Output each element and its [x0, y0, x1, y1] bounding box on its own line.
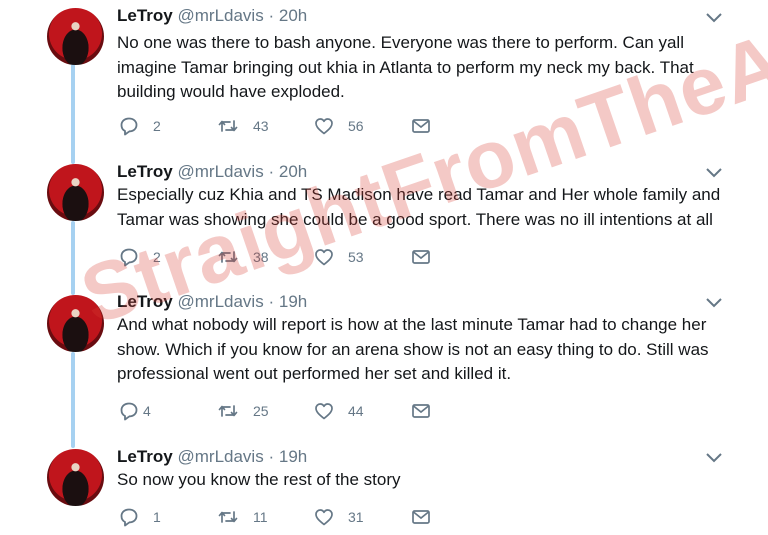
like-count: 53 [348, 249, 364, 265]
direct-message-button[interactable] [411, 401, 431, 421]
retweet-count: 25 [253, 403, 269, 419]
display-name[interactable]: LeTroy [117, 292, 173, 311]
like-button[interactable]: 53 [314, 247, 364, 267]
user-handle[interactable]: @mrLdavis [177, 162, 263, 181]
heart-icon [315, 118, 333, 135]
tweet[interactable]: LeTroy @mrLdavis · 19h So now you know t… [0, 445, 768, 535]
envelope-icon [412, 404, 430, 418]
reply-button[interactable]: 4 [119, 401, 151, 421]
reply-icon [120, 508, 138, 527]
avatar[interactable] [47, 164, 104, 221]
retweet-count: 11 [253, 509, 268, 525]
reply-count: 2 [153, 118, 161, 134]
reply-count: 4 [143, 403, 151, 419]
timestamp[interactable]: 20h [279, 162, 307, 181]
direct-message-button[interactable] [411, 116, 431, 136]
user-handle[interactable]: @mrLdavis [177, 6, 263, 25]
tweet-actions: 1 11 31 [117, 507, 437, 529]
direct-message-button[interactable] [411, 247, 431, 267]
retweet-button[interactable]: 43 [217, 116, 269, 136]
timestamp[interactable]: 20h [279, 6, 307, 25]
envelope-icon [412, 250, 430, 264]
heart-icon [315, 403, 333, 420]
heart-icon [315, 249, 333, 266]
chevron-down-icon[interactable] [706, 452, 722, 464]
retweet-icon [218, 511, 238, 523]
like-count: 44 [348, 403, 364, 419]
separator-dot: · [268, 162, 275, 181]
tweet-header: LeTroy @mrLdavis · 20h [117, 6, 307, 26]
retweet-button[interactable]: 11 [217, 507, 268, 527]
reply-icon [120, 248, 138, 267]
tweet-text: No one was there to bash anyone. Everyon… [117, 33, 694, 101]
reply-count: 2 [153, 249, 161, 265]
tweet-text: So now you know the rest of the story [117, 470, 401, 489]
like-count: 31 [348, 509, 364, 525]
separator-dot: · [268, 6, 275, 25]
retweet-icon [218, 405, 238, 417]
direct-message-button[interactable] [411, 507, 431, 527]
envelope-icon [412, 119, 430, 133]
retweet-icon [218, 120, 238, 132]
tweet-actions: 2 38 53 [117, 247, 437, 269]
chevron-down-icon[interactable] [706, 12, 722, 24]
reply-count: 1 [153, 509, 161, 525]
user-handle[interactable]: @mrLdavis [177, 447, 263, 466]
tweet-actions: 2 43 56 [117, 116, 437, 138]
reply-icon [120, 117, 138, 136]
reply-button[interactable]: 2 [119, 116, 161, 136]
reply-button[interactable]: 2 [119, 247, 161, 267]
like-button[interactable]: 44 [314, 401, 364, 421]
tweet-header: LeTroy @mrLdavis · 20h [117, 162, 307, 182]
like-button[interactable]: 56 [314, 116, 364, 136]
user-handle[interactable]: @mrLdavis [177, 292, 263, 311]
avatar[interactable] [47, 449, 104, 506]
display-name[interactable]: LeTroy [117, 447, 173, 466]
tweet[interactable]: LeTroy @mrLdavis · 20h No one was there … [0, 0, 768, 160]
separator-dot: · [268, 447, 275, 466]
reply-icon [120, 402, 138, 421]
tweet[interactable]: LeTroy @mrLdavis · 19h And what nobody w… [0, 290, 768, 445]
display-name[interactable]: LeTroy [117, 162, 173, 181]
retweet-button[interactable]: 25 [217, 401, 269, 421]
avatar[interactable] [47, 8, 104, 65]
tweet[interactable]: LeTroy @mrLdavis · 20h Especially cuz Kh… [0, 160, 768, 290]
tweet-text: Especially cuz Khia and TS Madison have … [117, 185, 721, 229]
retweet-count: 43 [253, 118, 269, 134]
reply-button[interactable]: 1 [119, 507, 161, 527]
like-count: 56 [348, 118, 364, 134]
tweet-header: LeTroy @mrLdavis · 19h [117, 447, 307, 467]
avatar[interactable] [47, 295, 104, 352]
envelope-icon [412, 510, 430, 524]
chevron-down-icon[interactable] [706, 297, 722, 309]
separator-dot: · [268, 292, 275, 311]
timestamp[interactable]: 19h [279, 292, 307, 311]
tweet-text: And what nobody will report is how at th… [117, 315, 709, 383]
retweet-icon [218, 251, 238, 263]
like-button[interactable]: 31 [314, 507, 364, 527]
chevron-down-icon[interactable] [706, 167, 722, 179]
display-name[interactable]: LeTroy [117, 6, 173, 25]
tweet-actions: 4 25 44 [117, 401, 437, 423]
timestamp[interactable]: 19h [279, 447, 307, 466]
tweet-header: LeTroy @mrLdavis · 19h [117, 292, 307, 312]
heart-icon [315, 509, 333, 526]
retweet-count: 38 [253, 249, 269, 265]
retweet-button[interactable]: 38 [217, 247, 269, 267]
